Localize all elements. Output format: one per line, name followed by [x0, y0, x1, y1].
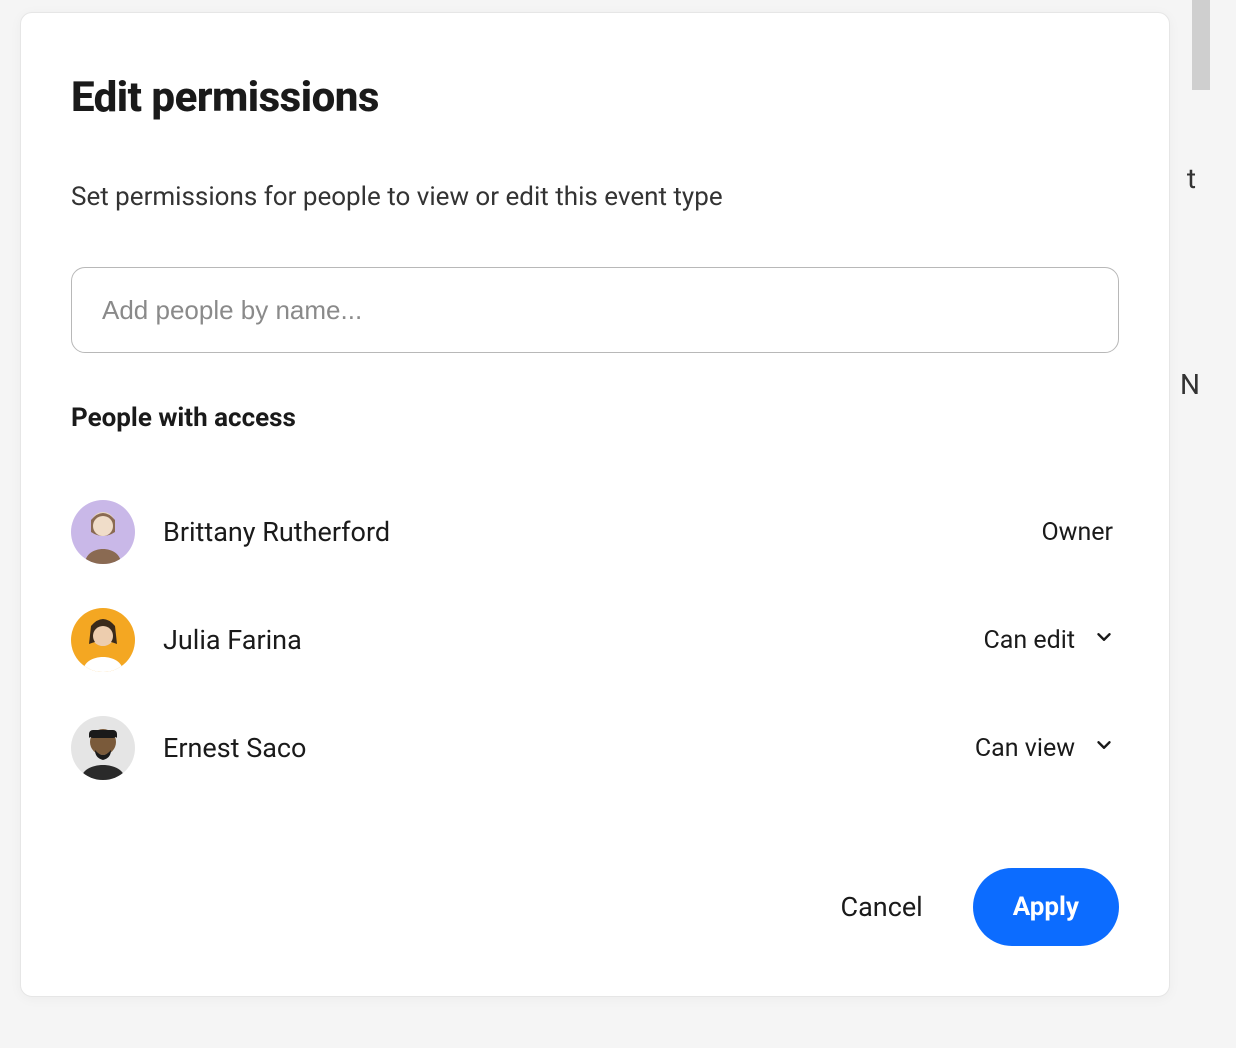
- person-name: Julia Farina: [163, 624, 302, 656]
- edit-permissions-modal: Edit permissions Set permissions for peo…: [20, 12, 1170, 997]
- person-left: Julia Farina: [71, 608, 302, 672]
- person-row: Ernest Saco Can view: [71, 694, 1119, 802]
- person-row: Julia Farina Can edit: [71, 586, 1119, 694]
- modal-title: Edit permissions: [71, 73, 1119, 122]
- background-text: t: [1187, 162, 1196, 195]
- background-text: N: [1180, 368, 1200, 401]
- chevron-down-icon: [1093, 626, 1115, 655]
- modal-subtitle: Set permissions for people to view or ed…: [71, 182, 1119, 212]
- person-left: Ernest Saco: [71, 716, 306, 780]
- permission-label: Can view: [975, 734, 1075, 763]
- person-name: Ernest Saco: [163, 732, 306, 764]
- chevron-down-icon: [1093, 734, 1115, 763]
- avatar: [71, 716, 135, 780]
- people-with-access-heading: People with access: [71, 403, 1119, 433]
- person-name: Brittany Rutherford: [163, 516, 390, 548]
- permission-label: Can edit: [984, 626, 1076, 655]
- cancel-button[interactable]: Cancel: [841, 891, 923, 923]
- person-left: Brittany Rutherford: [71, 500, 390, 564]
- avatar: [71, 608, 135, 672]
- avatar: [71, 500, 135, 564]
- scrollbar[interactable]: [1192, 0, 1210, 90]
- permission-dropdown[interactable]: Can view: [975, 734, 1119, 763]
- permission-dropdown[interactable]: Can edit: [984, 626, 1120, 655]
- person-row: Brittany Rutherford Owner: [71, 478, 1119, 586]
- permission-label-owner: Owner: [1041, 518, 1119, 547]
- add-people-input[interactable]: [71, 267, 1119, 353]
- modal-footer: Cancel Apply: [841, 868, 1119, 946]
- apply-button[interactable]: Apply: [973, 868, 1119, 946]
